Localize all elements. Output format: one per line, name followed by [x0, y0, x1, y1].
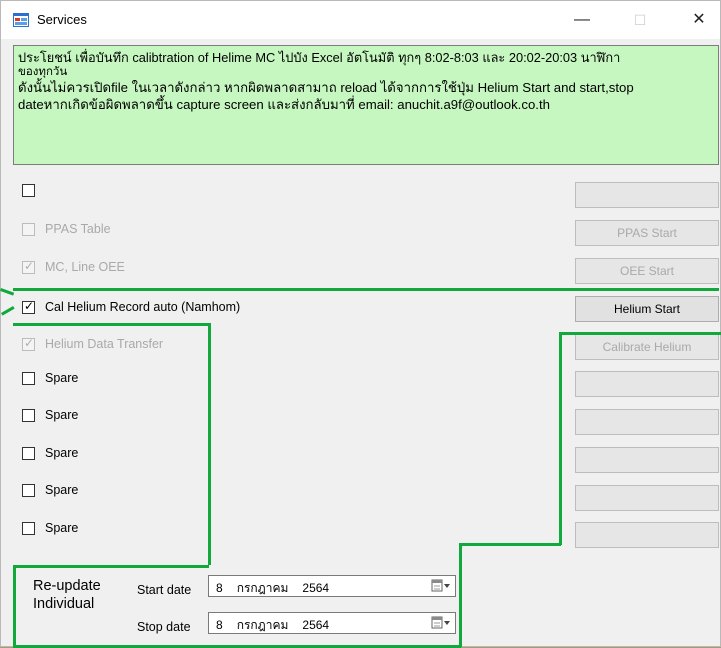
calendar-dropdown-icon[interactable] — [431, 616, 451, 630]
info-line-1: ประโยชน์ เพื่อบันทึก calibtration of Hel… — [18, 50, 621, 65]
stop-date-label: Stop date — [137, 620, 191, 634]
start-date-label: Start date — [137, 583, 192, 597]
row-label: PPAS Table — [45, 222, 111, 236]
row-action-button[interactable] — [575, 522, 719, 548]
row-checkbox: ✓ — [22, 259, 35, 274]
row-action-button[interactable] — [575, 485, 719, 511]
row-action-button[interactable] — [575, 447, 719, 473]
annotation-line — [459, 543, 561, 546]
row-action-button[interactable]: OEE Start — [575, 258, 719, 284]
row-checkbox[interactable] — [22, 522, 35, 535]
row-checkbox: ✓ — [22, 336, 35, 351]
minimize-button[interactable]: — — [563, 5, 601, 35]
row-action-button[interactable]: Helium Start — [575, 296, 719, 322]
annotation-line — [13, 288, 719, 291]
stop-date-picker[interactable]: 8 กรกฎาคม 2564 — [208, 612, 456, 634]
info-line-4: dateหากเกิดข้อผิดพลาดขึ้น capture screen… — [18, 97, 550, 112]
window-title: Services — [37, 12, 87, 27]
stop-date-year: 2564 — [302, 618, 330, 632]
calendar-dropdown-icon[interactable] — [431, 579, 451, 593]
check-icon: ✓ — [24, 259, 35, 273]
row-checkbox[interactable] — [22, 484, 35, 497]
stop-date-month: กรกฎาคม — [236, 618, 289, 632]
check-icon: ✓ — [24, 299, 35, 313]
app-icon — [13, 13, 29, 27]
row-action-button[interactable] — [575, 409, 719, 435]
reupdate-label-1: Re-update — [33, 578, 101, 594]
annotation-line — [208, 323, 211, 565]
row-label: Spare — [45, 446, 79, 460]
row-label: Spare — [45, 371, 79, 385]
start-date-month: กรกฎาคม — [236, 581, 289, 595]
row-label: Spare — [45, 521, 79, 535]
stop-date-day: 8 — [216, 618, 223, 632]
start-date-picker[interactable]: 8 กรกฎาคม 2564 — [208, 575, 456, 597]
reupdate-label-2: Individual — [33, 596, 95, 612]
row-label: MC, Line OEE — [45, 260, 125, 274]
annotation-line — [559, 332, 721, 335]
row-checkbox — [22, 223, 35, 236]
start-date-day: 8 — [216, 581, 223, 595]
info-line-2: ของทุกวัน — [18, 66, 68, 78]
row-checkbox[interactable]: ✓ — [22, 299, 35, 314]
row-label: Cal Helium Record auto (Namhom) — [45, 300, 241, 314]
info-line-3: ดังนั้นไม่ควรเปิดfile ในเวลาดังกล่าว หาก… — [18, 80, 634, 95]
annotation-line — [13, 565, 16, 648]
row-action-button[interactable] — [575, 182, 719, 208]
row-label: Helium Data Transfer — [45, 337, 164, 351]
row-checkbox[interactable] — [22, 409, 35, 422]
row-action-button[interactable] — [575, 371, 719, 397]
row-action-button[interactable]: PPAS Start — [575, 220, 719, 246]
annotation-line — [459, 543, 462, 647]
check-icon: ✓ — [24, 336, 35, 350]
close-button[interactable]: ✕ — [680, 5, 718, 35]
annotation-line — [559, 332, 562, 545]
maximize-button[interactable]: ☐ — [621, 5, 659, 35]
row-checkbox[interactable] — [22, 447, 35, 460]
services-window: Services — ☐ ✕ ประโยชน์ เพื่อบันทึก cali… — [0, 0, 721, 648]
start-date-year: 2564 — [302, 581, 330, 595]
info-textbox[interactable]: ประโยชน์ เพื่อบันทึก calibtration of Hel… — [13, 45, 719, 165]
row-action-button[interactable]: Calibrate Helium — [575, 334, 719, 360]
row-checkbox[interactable] — [22, 372, 35, 385]
annotation-line — [1, 306, 15, 316]
row-label: Spare — [45, 408, 79, 422]
annotation-line — [13, 323, 209, 326]
annotation-line — [13, 565, 209, 568]
row-label: Spare — [45, 483, 79, 497]
title-bar[interactable]: Services — ☐ ✕ — [1, 1, 720, 39]
row-checkbox[interactable] — [22, 184, 35, 197]
